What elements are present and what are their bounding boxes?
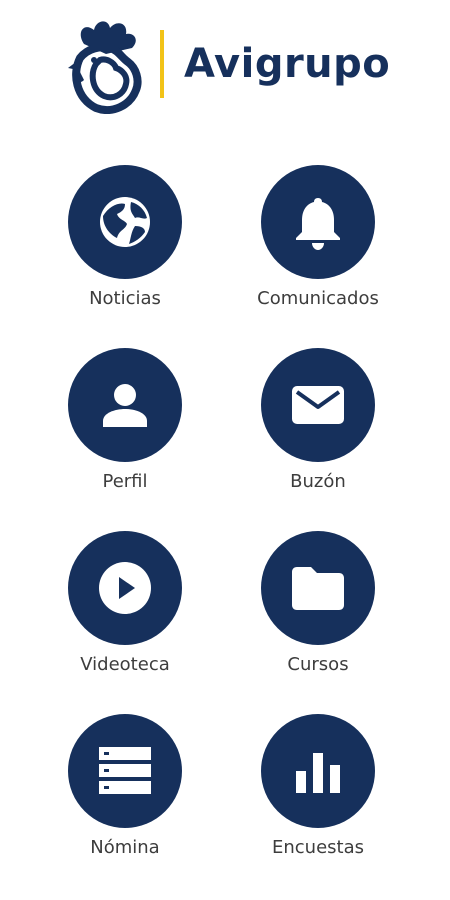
menu-item-label: Nómina xyxy=(90,837,160,858)
menu-item-circle xyxy=(68,348,182,462)
list-icon xyxy=(99,747,151,794)
folder-icon xyxy=(292,567,344,610)
menu-item-circle xyxy=(261,165,375,279)
mail-icon xyxy=(292,386,344,424)
menu-item-circle xyxy=(261,348,375,462)
person-icon xyxy=(103,384,147,427)
menu-item-comunicados[interactable]: Comunicados xyxy=(227,165,407,325)
menu-item-label: Comunicados xyxy=(257,288,379,309)
main-menu-grid: Noticias Comunicados Perfil Buzón Videot… xyxy=(0,0,450,900)
menu-item-cursos[interactable]: Cursos xyxy=(227,531,407,691)
bar-chart-icon xyxy=(296,753,340,793)
menu-item-circle xyxy=(68,531,182,645)
globe-icon xyxy=(100,197,150,247)
menu-item-circle xyxy=(68,165,182,279)
menu-item-label: Encuestas xyxy=(271,837,364,858)
menu-item-circle xyxy=(261,714,375,828)
menu-item-nomina[interactable]: Nómina xyxy=(34,714,214,874)
menu-item-noticias[interactable]: Noticias xyxy=(34,165,214,325)
menu-item-label: Cursos xyxy=(287,654,349,675)
play-circle-icon xyxy=(99,562,151,614)
menu-item-label: Videoteca xyxy=(80,654,170,675)
menu-item-perfil[interactable]: Perfil xyxy=(34,348,214,508)
menu-item-circle xyxy=(261,531,375,645)
menu-item-buzon[interactable]: Buzón xyxy=(227,348,407,508)
menu-item-label: Buzón xyxy=(290,471,346,492)
menu-item-encuestas[interactable]: Encuestas xyxy=(227,714,407,874)
menu-item-label: Perfil xyxy=(102,471,148,492)
menu-item-circle xyxy=(68,714,182,828)
bell-icon xyxy=(296,198,340,250)
menu-item-videoteca[interactable]: Videoteca xyxy=(34,531,214,691)
menu-item-label: Noticias xyxy=(89,288,161,309)
